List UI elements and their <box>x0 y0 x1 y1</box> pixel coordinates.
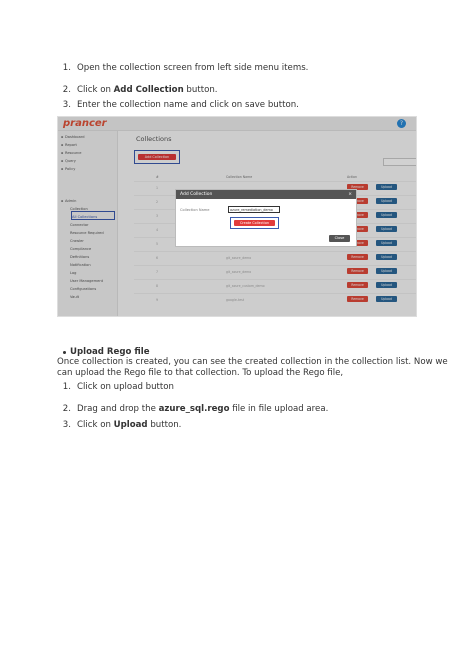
step-text: Click on upload button <box>77 382 174 392</box>
step-3: 3. Enter the collection name and click on… <box>57 100 299 110</box>
step-3: 3. Click on Upload button. <box>57 420 182 430</box>
step-number: 2. <box>62 85 71 95</box>
step-number: 2. <box>62 404 71 414</box>
step-text: Open the collection screen from left sid… <box>77 63 309 73</box>
step-number: 1. <box>62 382 71 392</box>
embedded-screenshot: prancer ? ▪ Dashboard ▪ Report ▪ Resource ▪… <box>57 116 417 317</box>
collection-name-input[interactable]: azure_remediation_demo <box>228 206 280 213</box>
step-text: Click on <box>77 420 114 430</box>
step-1: 1. Open the collection screen from left s… <box>57 63 309 73</box>
add-collection-modal: Add Collection × Collection Name azure_r… <box>175 189 357 247</box>
step-text: Click on <box>77 85 114 95</box>
collection-name-label: Collection Name <box>180 208 210 212</box>
modal-title: Add Collection <box>176 190 356 199</box>
step-number: 3. <box>62 100 71 110</box>
step-2: 2. Drag and drop the azure_sql.rego file … <box>57 404 329 414</box>
bullet-icon <box>63 351 66 354</box>
step-bold: Upload <box>113 420 148 430</box>
step-bold: azure_sql.rego <box>158 404 230 414</box>
close-icon[interactable]: × <box>348 190 352 199</box>
step-text-after: file in file upload area. <box>229 404 329 414</box>
step-text: Enter the collection name and click on s… <box>77 100 299 110</box>
section-heading: Upload Rego file <box>70 347 150 357</box>
step-bold: Add Collection <box>113 85 184 95</box>
paragraph-line-1: Once collection is created, you can see … <box>57 357 448 367</box>
step-1: 1. Click on upload button <box>57 382 174 392</box>
modal-close-button[interactable]: Close <box>329 235 350 242</box>
step-text-after: button. <box>183 85 218 95</box>
create-collection-button[interactable]: Create Collection <box>234 220 275 226</box>
create-collection-highlight: Create Collection <box>230 217 279 229</box>
paragraph-line-2: can upload the Rego file to that collect… <box>57 368 344 378</box>
step-text-after: button. <box>147 420 182 430</box>
step-2: 2. Click on Add Collection button. <box>57 85 218 95</box>
step-text: Drag and drop the <box>77 404 159 414</box>
step-number: 3. <box>62 420 71 430</box>
step-number: 1. <box>62 63 71 73</box>
